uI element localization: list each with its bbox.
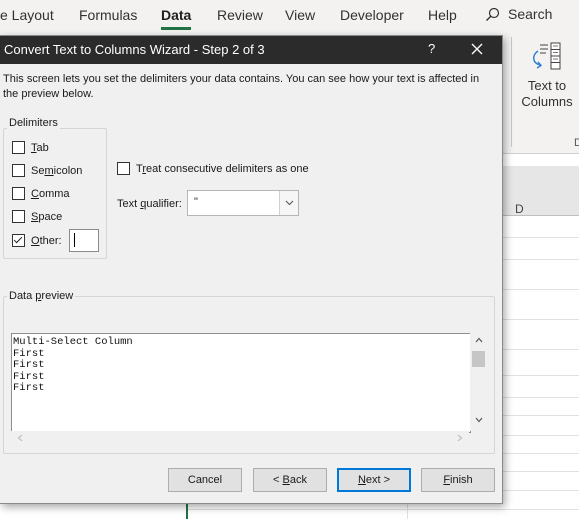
ribbon-search[interactable]: Search [485,6,552,22]
tab-checkbox-box[interactable] [12,141,25,154]
text-qualifier-select[interactable]: " [187,190,299,216]
chevron-down-icon[interactable] [475,417,483,423]
text-to-columns-label-2: Columns [521,94,573,109]
other-checkbox[interactable]: Other: [12,234,62,247]
close-icon[interactable] [470,42,484,56]
text-qualifier-label: Text qualifier: [117,198,182,210]
text-qualifier-value: " [194,196,198,208]
treat-consecutive-label: Treat consecutive delimiters as one [136,162,309,175]
column-header-d[interactable]: D [503,186,579,216]
data-preview-pane[interactable]: Multi-Select Column First First First Fi… [11,333,471,433]
semicolon-checkbox-label: Semicolon [31,164,83,177]
other-checkbox-label: Other: [31,234,62,247]
tab-developer[interactable]: Developer [340,7,404,23]
text-to-columns-label-1: Text to [527,78,567,93]
treat-consecutive-checkbox[interactable]: Treat consecutive delimiters as one [117,162,309,175]
dropdown-button[interactable] [279,191,298,215]
grid-line [187,509,579,510]
space-checkbox[interactable]: Space [12,210,62,223]
preview-line: Multi-Select Column [13,336,133,348]
scrollbar-thumb[interactable] [472,351,485,367]
comma-checkbox[interactable]: Comma [12,187,70,200]
preview-line: First [13,382,45,394]
preview-lines: Multi-Select Column First First First Fi… [12,336,133,395]
space-checkbox-box[interactable] [12,210,25,223]
tab-checkbox-label: Tab [31,141,49,154]
ribbon-tab-bar: e Layout Formulas Data Review View Devel… [0,0,579,33]
ribbon-overflow-text: D [574,137,579,149]
finish-button[interactable]: Finish [421,468,495,492]
other-checkbox-box[interactable] [12,234,25,247]
chevron-up-icon[interactable] [475,337,483,343]
dialog-title: Convert Text to Columns Wizard - Step 2 … [4,42,265,57]
tab-review[interactable]: Review [217,7,263,23]
space-checkbox-label: Space [31,210,63,223]
other-delimiter-input[interactable] [69,229,99,252]
column-header-label: D [515,202,524,216]
preview-vertical-scrollbar[interactable] [470,333,487,431]
text-to-columns-icon [533,42,561,70]
cancel-button[interactable]: Cancel [168,468,242,492]
tab-help[interactable]: Help [428,7,457,23]
delimiters-group-label: Delimiters [7,117,60,129]
comma-checkbox-box[interactable] [12,187,25,200]
help-button[interactable]: ? [428,41,435,56]
chevron-right-icon[interactable] [457,434,463,442]
treat-consecutive-checkbox-box[interactable] [117,162,130,175]
chevron-down-icon [285,200,293,206]
tab-checkbox[interactable]: Tab [12,141,49,154]
chevron-left-icon[interactable] [17,434,23,442]
tab-view[interactable]: View [285,7,315,23]
tab-data[interactable]: Data [161,7,192,30]
text-to-columns-button[interactable]: Text to Columns [515,41,579,141]
back-button[interactable]: < Back [253,468,327,492]
dialog-titlebar[interactable]: Convert Text to Columns Wizard - Step 2 … [0,36,502,64]
search-label: Search [508,6,553,22]
semicolon-checkbox-box[interactable] [12,164,25,177]
convert-text-wizard-dialog: Convert Text to Columns Wizard - Step 2 … [0,35,503,504]
search-icon [486,7,500,21]
tab-formulas[interactable]: Formulas [79,7,137,23]
text-caret [74,233,75,247]
ribbon-separator [511,37,512,147]
semicolon-checkbox[interactable]: Semicolon [12,164,82,177]
next-button[interactable]: Next > [337,468,411,492]
data-preview-label: Data preview [7,290,76,302]
preview-line: First [13,359,45,371]
dialog-intro-text: This screen lets you set the delimiters … [3,73,480,100]
tab-page-layout[interactable]: e Layout [0,7,54,23]
comma-checkbox-label: Comma [31,187,70,200]
preview-horizontal-scrollbar[interactable] [11,431,469,446]
